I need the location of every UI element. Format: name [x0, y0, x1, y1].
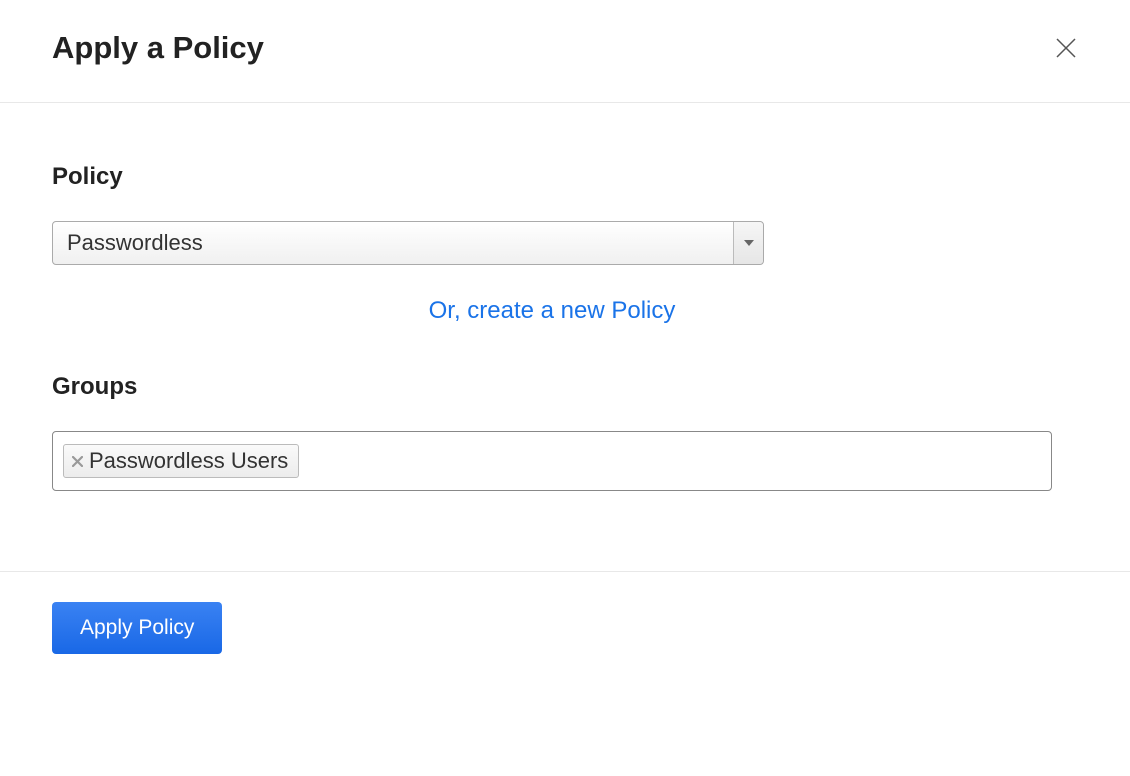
group-tag: Passwordless Users	[63, 444, 299, 478]
policy-select-value: Passwordless	[53, 230, 733, 256]
close-icon	[1055, 37, 1077, 59]
remove-icon	[72, 456, 83, 467]
group-tag-label: Passwordless Users	[89, 448, 288, 474]
dialog-title: Apply a Policy	[52, 30, 264, 66]
policy-label: Policy	[52, 163, 1078, 191]
dialog-header: Apply a Policy	[0, 0, 1130, 103]
apply-policy-button[interactable]: Apply Policy	[52, 602, 222, 654]
dialog-body: Policy Passwordless Or, create a new Pol…	[0, 103, 1130, 572]
policy-select-arrow	[733, 222, 763, 264]
policy-select[interactable]: Passwordless	[52, 221, 764, 265]
dialog-footer: Apply Policy	[0, 572, 1130, 684]
close-button[interactable]	[1054, 36, 1078, 60]
remove-tag-button[interactable]	[72, 456, 83, 467]
groups-field-group: Groups Passwordless Users	[52, 373, 1078, 491]
policy-field-group: Policy Passwordless Or, create a new Pol…	[52, 163, 1078, 325]
groups-label: Groups	[52, 373, 1078, 401]
caret-down-icon	[744, 240, 754, 246]
create-policy-link[interactable]: Or, create a new Policy	[52, 297, 1052, 325]
groups-input[interactable]: Passwordless Users	[52, 431, 1052, 491]
